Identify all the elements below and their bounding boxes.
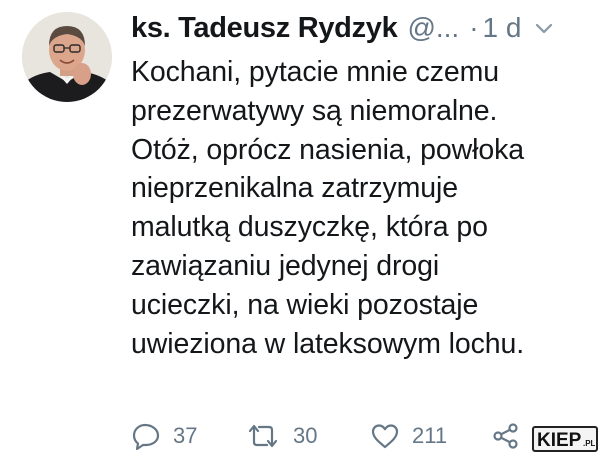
avatar[interactable] bbox=[22, 12, 112, 102]
tweet-actions: 37 30 211 bbox=[131, 418, 601, 454]
reply-icon bbox=[131, 422, 161, 450]
watermark-logo: KIEP .PL bbox=[532, 426, 598, 452]
heart-icon bbox=[370, 422, 400, 450]
svg-text:.PL: .PL bbox=[583, 439, 595, 448]
author-name[interactable]: ks. Tadeusz Rydzyk bbox=[131, 12, 398, 45]
tweet-timestamp[interactable]: 1 d bbox=[483, 12, 522, 44]
tweet: ks. Tadeusz Rydzyk @... · 1 d Kochani, p… bbox=[0, 0, 610, 459]
tweet-header: ks. Tadeusz Rydzyk @... · 1 d bbox=[131, 8, 601, 48]
like-count: 211 bbox=[412, 423, 448, 448]
author-handle[interactable]: @... bbox=[407, 12, 459, 44]
kiep-logo-image: KIEP .PL bbox=[537, 430, 595, 449]
tweet-text: Kochani, pytacie mnie czemu prezerwatywy… bbox=[131, 56, 525, 360]
retweet-count: 30 bbox=[293, 423, 318, 448]
reply-button[interactable]: 37 bbox=[131, 418, 197, 454]
retweet-icon bbox=[245, 422, 281, 450]
separator-dot: · bbox=[469, 12, 479, 43]
chevron-down-icon[interactable] bbox=[535, 22, 553, 34]
reply-count: 37 bbox=[173, 423, 198, 448]
share-button[interactable] bbox=[491, 418, 521, 454]
share-icon bbox=[491, 422, 521, 450]
avatar-image bbox=[22, 12, 112, 102]
like-button[interactable]: 211 bbox=[370, 418, 447, 454]
svg-text:KIEP: KIEP bbox=[537, 430, 582, 449]
retweet-button[interactable]: 30 bbox=[245, 418, 317, 454]
